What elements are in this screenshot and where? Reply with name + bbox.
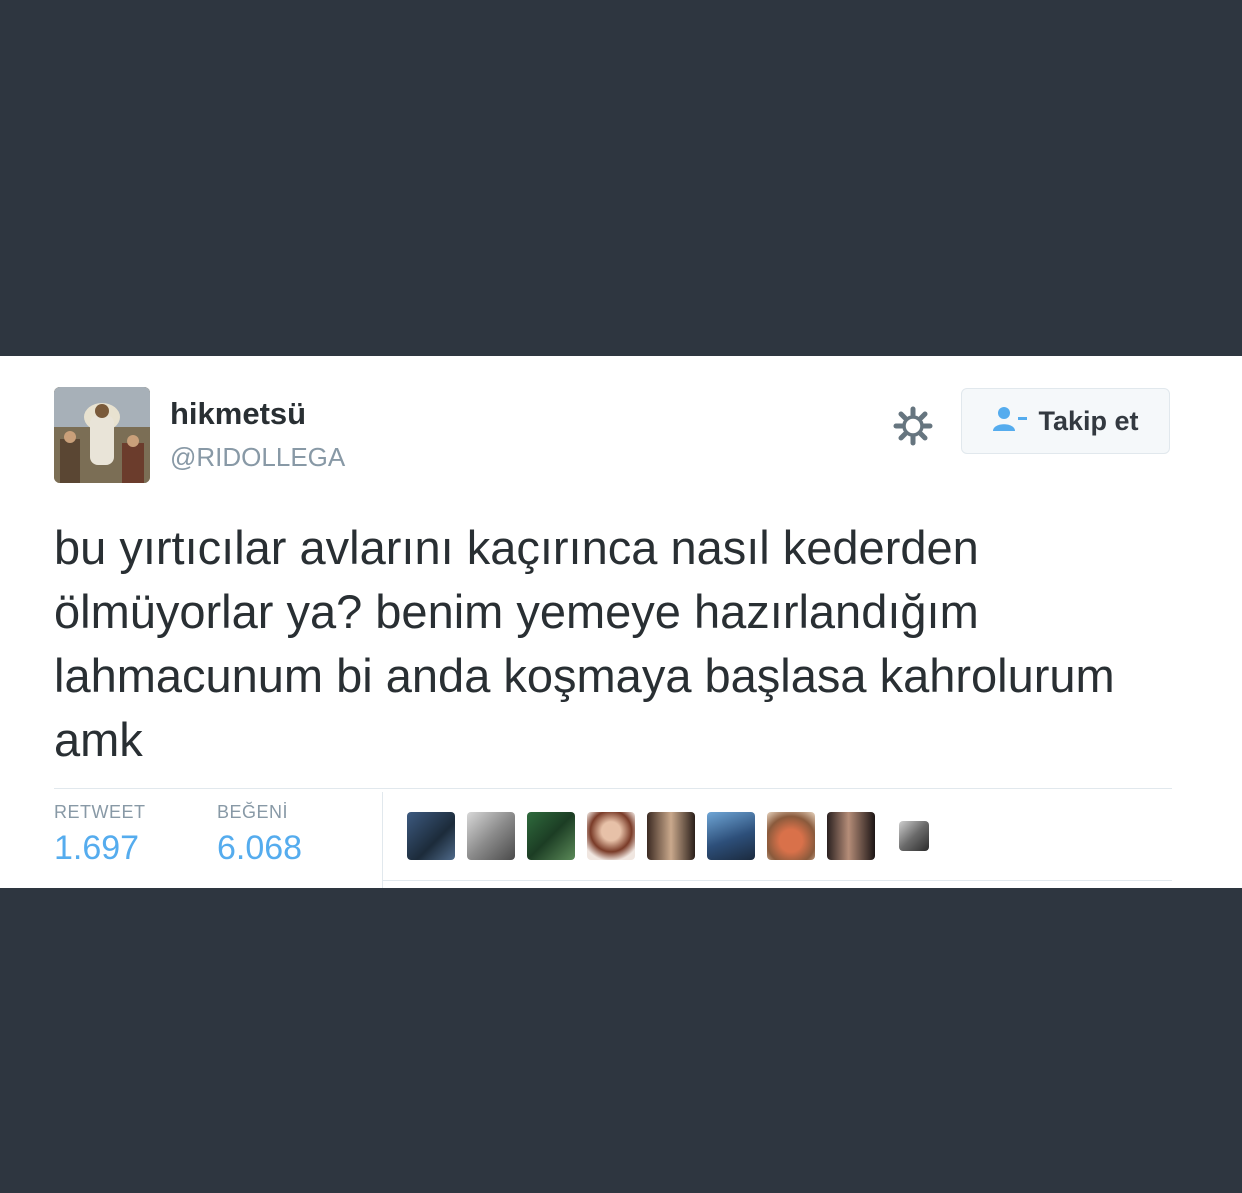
tweet-card: hikmetsü @RIDOLLEGA Takip et bu yırtıcıl… bbox=[0, 356, 1242, 888]
user-handle[interactable]: @RIDOLLEGA bbox=[170, 442, 345, 473]
avatar-image bbox=[54, 387, 150, 483]
divider bbox=[382, 792, 383, 888]
like-label: BEĞENİ bbox=[217, 802, 289, 822]
retweet-label: RETWEET bbox=[54, 802, 146, 822]
gear-icon[interactable] bbox=[893, 406, 933, 446]
liker-avatar[interactable] bbox=[467, 812, 515, 860]
like-stat[interactable]: BEĞENİ 6.068 bbox=[217, 802, 302, 868]
page: hikmetsü @RIDOLLEGA Takip et bu yırtıcıl… bbox=[0, 0, 1242, 1193]
liker-avatars bbox=[407, 812, 929, 860]
liker-avatar[interactable] bbox=[899, 821, 929, 851]
liker-avatar[interactable] bbox=[647, 812, 695, 860]
add-user-icon bbox=[992, 405, 1028, 438]
liker-avatar[interactable] bbox=[587, 812, 635, 860]
follow-button-label: Takip et bbox=[1038, 405, 1139, 436]
liker-avatar[interactable] bbox=[527, 812, 575, 860]
liker-avatar[interactable] bbox=[407, 812, 455, 860]
retweet-count: 1.697 bbox=[54, 829, 140, 867]
divider bbox=[54, 788, 1172, 789]
liker-avatar[interactable] bbox=[707, 812, 755, 860]
retweet-stat[interactable]: RETWEET 1.697 bbox=[54, 802, 146, 868]
liker-avatar[interactable] bbox=[767, 812, 815, 860]
tweet-text: bu yırtıcılar avlarını kaçırınca nasıl k… bbox=[54, 521, 1115, 766]
follow-button[interactable]: Takip et bbox=[961, 388, 1170, 454]
like-count: 6.068 bbox=[217, 829, 303, 867]
display-name[interactable]: hikmetsü bbox=[170, 396, 306, 432]
avatar[interactable] bbox=[54, 387, 150, 483]
liker-avatar[interactable] bbox=[827, 812, 875, 860]
divider bbox=[383, 880, 1172, 881]
